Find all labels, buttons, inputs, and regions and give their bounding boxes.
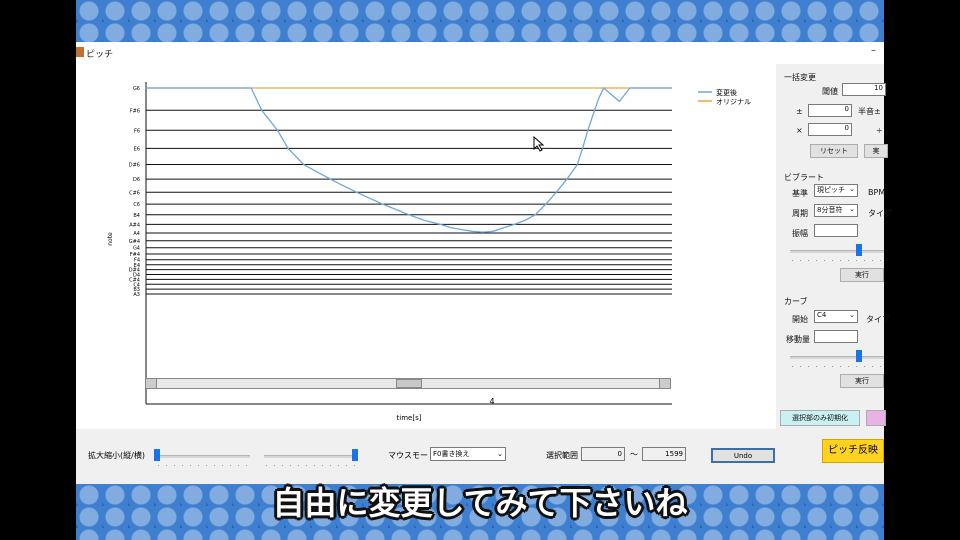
zoom-horizontal-track[interactable] — [264, 455, 358, 458]
y-tick-label: G6 — [133, 86, 140, 92]
type2-label: タイプ — [866, 315, 890, 324]
y-tick-label: F#6 — [130, 108, 140, 114]
vibrato-slider-track[interactable] — [790, 250, 884, 253]
zoom-vertical-thumb[interactable] — [154, 449, 160, 461]
mouse-mode-select[interactable]: F0書き換え ⌄ — [430, 447, 506, 461]
base-select[interactable]: 現ピッチ ⌄ — [814, 184, 858, 197]
zoom-label: 拡大縮小(縦/横) — [88, 451, 145, 460]
mouse-mode-value: F0書き換え — [433, 450, 470, 458]
zoom-vertical-ticks — [158, 465, 248, 466]
bpm-label: BPM — [868, 188, 886, 197]
period-label: 周期 — [792, 209, 808, 218]
y-tick-label: D#6 — [129, 163, 140, 169]
curve-exec-button[interactable]: 実行 — [840, 374, 884, 388]
apply-pitch-button[interactable]: ピッチ反映 — [822, 439, 884, 463]
zoom-vertical-track[interactable] — [156, 455, 250, 458]
range-tilde: 〜 — [630, 450, 638, 459]
bulk-exec-button[interactable]: 実 — [864, 144, 888, 158]
y-tick-label: G4 — [133, 246, 140, 252]
y-tick-label: A#4 — [129, 222, 140, 228]
chevron-down-icon: ⌄ — [497, 450, 503, 458]
mouse-mode-label: マウスモード — [388, 451, 436, 460]
plus-label: ± — [796, 107, 803, 116]
range-end-input[interactable]: 1599 — [642, 447, 686, 461]
period-select-value: 8分音符 — [817, 206, 843, 214]
times-input[interactable]: 0 — [808, 123, 852, 136]
amplitude-label: 振幅 — [792, 229, 808, 238]
title-bar: ピッチ – — [76, 42, 884, 64]
curve-slider-track[interactable] — [790, 356, 884, 359]
scroll-left-button[interactable] — [146, 379, 157, 388]
base-label: 基準 — [792, 189, 808, 198]
y-tick-label: A3 — [133, 292, 140, 298]
threshold-label: 閾値 — [822, 87, 838, 96]
zoom-horizontal-thumb[interactable] — [352, 449, 358, 461]
chart-horizontal-scrollbar[interactable] — [145, 378, 671, 389]
chevron-down-icon: ⌄ — [849, 185, 855, 193]
mouse-cursor-icon — [533, 136, 545, 152]
x-tick-label: 4 — [489, 397, 494, 406]
chart-panel[interactable]: G6 F#6 F6 E6 D#6 D6 C#6 C6 B4 A#4 A4 G#4 G4 F#4 F4 E4 D#… — [76, 64, 776, 429]
start-label: 開始 — [792, 315, 808, 324]
minimize-button[interactable]: – — [871, 45, 876, 56]
move-amount-label: 移動量 — [786, 335, 810, 344]
bulk-change-title: 一括変更 — [784, 73, 816, 82]
chevron-down-icon: ⌄ — [849, 205, 855, 213]
curve-title: カーブ — [784, 297, 808, 306]
curve-slider-ticks — [792, 366, 882, 367]
y-tick-label: C6 — [133, 202, 140, 208]
undo-button[interactable]: Undo — [711, 448, 775, 463]
pitch-window: ピッチ – G6 F#6 F6 E6 D#6 D6 C#6 C6 B4 A#4 A4 G#4 G4 F#4… — [76, 42, 892, 484]
window-title: ピッチ — [86, 50, 114, 60]
app-icon — [76, 47, 84, 57]
semitone-label: 半音± — [858, 107, 881, 116]
times-label: × — [796, 126, 803, 135]
vibrato-slider-ticks — [792, 260, 882, 261]
base-select-value: 現ピッチ — [817, 186, 845, 194]
y-tick-label: A4 — [133, 231, 140, 237]
y-tick-label: B4 — [133, 213, 140, 219]
y-tick-label: E6 — [134, 146, 140, 152]
select-init-button[interactable]: 選択部のみ初期化 — [780, 410, 860, 426]
x-axis-label: time[s] — [397, 414, 422, 422]
start-select[interactable]: C4 ⌄ — [814, 310, 858, 323]
y-tick-label: F6 — [134, 128, 140, 134]
vibrato-slider-thumb[interactable] — [856, 244, 862, 256]
move-amount-input[interactable] — [814, 330, 858, 343]
legend-entry: オリジナル — [716, 98, 751, 106]
extra-button[interactable] — [866, 410, 886, 426]
bottom-bar: 拡大縮小(縦/横) マウスモード F0書き換え ⌄ 選択範囲 0 〜 1599 U… — [76, 429, 884, 484]
reset-button[interactable]: リセット — [810, 144, 858, 158]
vibrato-exec-button[interactable]: 実行 — [840, 268, 884, 282]
amplitude-input[interactable] — [814, 224, 858, 237]
range-start-input[interactable]: 0 — [581, 447, 625, 461]
side-panel: 一括変更 閾値 10 ± 0 半音± × 0 ÷ リセット 実 ビブラート 基準… — [776, 64, 892, 426]
threshold-input[interactable]: 10 — [842, 83, 886, 96]
div-label: ÷ — [876, 126, 883, 135]
subtitle-caption: 自由に変更してみて下さいね — [272, 484, 688, 522]
start-select-value: C4 — [817, 311, 827, 319]
y-tick-label: D6 — [133, 177, 140, 183]
scroll-thumb[interactable] — [396, 379, 422, 388]
zoom-horizontal-ticks — [266, 465, 356, 466]
vibrato-title: ビブラート — [784, 173, 824, 182]
legend-entry: 変更後 — [716, 88, 737, 97]
y-tick-label: C#6 — [129, 190, 140, 196]
chevron-down-icon: ⌄ — [849, 311, 855, 319]
scroll-right-button[interactable] — [659, 379, 670, 388]
period-select[interactable]: 8分音符 ⌄ — [814, 204, 858, 217]
curve-slider-thumb[interactable] — [856, 350, 862, 362]
range-label: 選択範囲 — [546, 451, 578, 460]
type-label: タイプ — [868, 209, 892, 218]
series-line-changed — [146, 86, 672, 233]
y-axis-label: note — [107, 232, 114, 246]
plus-input[interactable]: 0 — [808, 104, 852, 117]
y-tick-label: G#4 — [129, 239, 140, 245]
pitch-chart[interactable]: G6F#6F6E6D#6D6C#6C6B4A#4A4G#4G4F#4F4E4D#… — [76, 64, 776, 429]
